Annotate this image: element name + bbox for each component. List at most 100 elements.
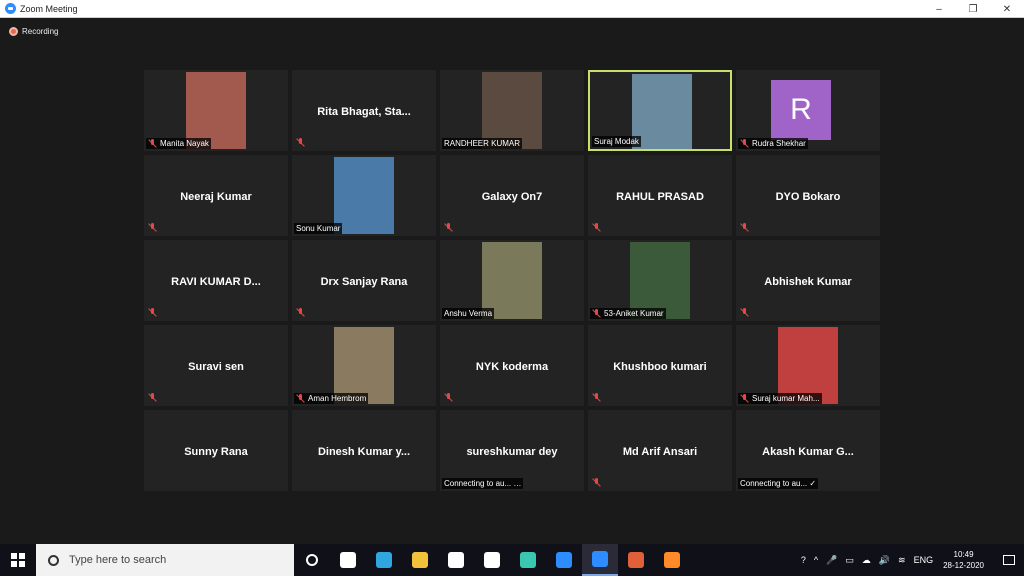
participant-tile[interactable]: RAVI KUMAR D... bbox=[144, 240, 288, 321]
wifi-icon[interactable]: ≋ bbox=[898, 555, 906, 566]
participant-name: Sunny Rana bbox=[184, 446, 248, 458]
mail-icon-glyph bbox=[556, 552, 572, 568]
dropbox-icon[interactable] bbox=[474, 544, 510, 576]
participant-label: Connecting to au... ✓ bbox=[738, 478, 819, 489]
dropbox-icon-glyph bbox=[484, 552, 500, 568]
file-explorer-icon[interactable] bbox=[402, 544, 438, 576]
battery-icon[interactable]: ▭ bbox=[845, 555, 854, 566]
participant-label-text: 53-Aniket Kumar bbox=[604, 309, 664, 318]
help-icon[interactable]: ? bbox=[801, 555, 806, 565]
edge-icon[interactable] bbox=[366, 544, 402, 576]
microphone-icon[interactable]: 🎤 bbox=[826, 555, 837, 566]
presentation-icon-glyph bbox=[628, 552, 644, 568]
participant-name: Md Arif Ansari bbox=[622, 446, 698, 458]
participant-tile[interactable]: Neeraj Kumar bbox=[144, 155, 288, 236]
participant-tile[interactable]: Khushboo kumari bbox=[588, 325, 732, 406]
infinity-icon-glyph bbox=[520, 552, 536, 568]
participant-video bbox=[632, 74, 692, 149]
firefox-icon-glyph bbox=[664, 552, 680, 568]
record-icon bbox=[9, 27, 18, 36]
participant-tile[interactable]: NYK koderma bbox=[440, 325, 584, 406]
participant-label-text: Manita Nayak bbox=[160, 139, 209, 148]
infinity-icon[interactable] bbox=[510, 544, 546, 576]
notification-center-button[interactable] bbox=[994, 544, 1024, 576]
participant-tile[interactable]: Galaxy On7 bbox=[440, 155, 584, 236]
participant-tile[interactable]: Drx Sanjay Rana bbox=[292, 240, 436, 321]
taskbar-search-box[interactable]: Type here to search bbox=[36, 544, 294, 576]
participant-tile[interactable]: Suraj kumar Mah... bbox=[736, 325, 880, 406]
participant-tile[interactable]: RAHUL PRASAD bbox=[588, 155, 732, 236]
participant-tile[interactable]: Anshu Verma bbox=[440, 240, 584, 321]
participant-tile[interactable]: Abhishek Kumar bbox=[736, 240, 880, 321]
edge-icon-glyph bbox=[376, 552, 392, 568]
muted-mic-icon bbox=[148, 308, 157, 317]
participant-tile[interactable]: R Rudra Shekhar bbox=[736, 70, 880, 151]
clock-time: 10:49 bbox=[953, 550, 974, 559]
participant-tile[interactable]: Aman Hembrom bbox=[292, 325, 436, 406]
chevron-up-icon[interactable]: ^ bbox=[814, 555, 818, 565]
participant-tile[interactable]: Suravi sen bbox=[144, 325, 288, 406]
mail-icon[interactable] bbox=[546, 544, 582, 576]
language-indicator[interactable]: ENG bbox=[914, 555, 934, 565]
participant-label-text: Suraj kumar Mah... bbox=[752, 394, 820, 403]
participant-label-text: Rudra Shekhar bbox=[752, 139, 806, 148]
participant-tile[interactable]: Rita Bhagat, Sta... bbox=[292, 70, 436, 151]
participant-label: Suraj Modak bbox=[592, 136, 641, 147]
muted-mic-icon bbox=[740, 139, 749, 148]
muted-mic-icon bbox=[296, 308, 305, 317]
window-title: Zoom Meeting bbox=[20, 3, 78, 14]
participant-tile[interactable]: DYO Bokaro bbox=[736, 155, 880, 236]
participant-tile[interactable]: Md Arif Ansari bbox=[588, 410, 732, 491]
onedrive-icon[interactable]: ☁ bbox=[862, 555, 871, 566]
participant-tile[interactable]: Manita Nayak bbox=[144, 70, 288, 151]
clock[interactable]: 10:49 28-12-2020 bbox=[943, 549, 984, 571]
task-view-icon[interactable] bbox=[330, 544, 366, 576]
participant-tile[interactable]: Dinesh Kumar y... bbox=[292, 410, 436, 491]
muted-mic-icon bbox=[740, 223, 749, 232]
store-icon[interactable] bbox=[438, 544, 474, 576]
participant-label: Suraj kumar Mah... bbox=[738, 393, 822, 404]
participant-label: Sonu Kumar bbox=[294, 223, 343, 234]
firefox-icon[interactable] bbox=[654, 544, 690, 576]
participant-label-text: RANDHEER KUMAR bbox=[444, 139, 521, 148]
start-button[interactable] bbox=[0, 544, 36, 576]
cortana-icon[interactable] bbox=[294, 544, 330, 576]
zoom-icon[interactable] bbox=[582, 544, 618, 576]
muted-mic-icon bbox=[592, 393, 601, 402]
participant-label: Connecting to au... … bbox=[442, 478, 524, 489]
system-tray: ? ^ 🎤 ▭ ☁ 🔊 ≋ ENG 10:49 28-12-2020 bbox=[797, 544, 1024, 576]
restore-button[interactable]: ❐ bbox=[956, 0, 990, 18]
recording-indicator[interactable]: Recording bbox=[9, 27, 58, 36]
muted-mic-icon bbox=[296, 138, 305, 147]
meeting-area: Recording Manita Nayak Rita Bhagat, Sta..… bbox=[0, 18, 1024, 544]
taskbar: Type here to search ? ^ 🎤 ▭ ☁ 🔊 ≋ ENG 10… bbox=[0, 544, 1024, 576]
participant-tile[interactable]: Sunny Rana bbox=[144, 410, 288, 491]
participant-label-text: Suraj Modak bbox=[594, 137, 639, 146]
muted-mic-icon bbox=[592, 223, 601, 232]
participant-tile[interactable]: 53-Aniket Kumar bbox=[588, 240, 732, 321]
muted-mic-icon bbox=[592, 478, 601, 487]
presentation-icon[interactable] bbox=[618, 544, 654, 576]
muted-mic-icon bbox=[148, 393, 157, 402]
volume-icon[interactable]: 🔊 bbox=[879, 555, 890, 566]
participant-name: DYO Bokaro bbox=[775, 191, 841, 203]
participant-tile[interactable]: Suraj Modak bbox=[588, 70, 732, 151]
recording-label: Recording bbox=[22, 27, 59, 36]
participant-name: sureshkumar dey bbox=[466, 446, 558, 458]
muted-mic-icon bbox=[296, 394, 305, 403]
muted-mic-icon bbox=[740, 394, 749, 403]
file-explorer-icon-glyph bbox=[412, 552, 428, 568]
close-button[interactable]: ✕ bbox=[990, 0, 1024, 18]
participant-name: Khushboo kumari bbox=[613, 361, 707, 373]
participant-tile[interactable]: Akash Kumar G... Connecting to au... ✓ bbox=[736, 410, 880, 491]
participant-label-text: Connecting to au... … bbox=[444, 479, 522, 488]
participant-name: Galaxy On7 bbox=[481, 191, 543, 203]
participant-tile[interactable]: sureshkumar dey Connecting to au... … bbox=[440, 410, 584, 491]
participant-name: RAVI KUMAR D... bbox=[171, 276, 261, 288]
minimize-button[interactable]: – bbox=[922, 0, 956, 18]
participant-tile[interactable]: RANDHEER KUMAR bbox=[440, 70, 584, 151]
muted-mic-icon bbox=[592, 309, 601, 318]
participant-name: Akash Kumar G... bbox=[762, 446, 854, 458]
zoom-icon-glyph bbox=[592, 551, 608, 567]
participant-tile[interactable]: Sonu Kumar bbox=[292, 155, 436, 236]
